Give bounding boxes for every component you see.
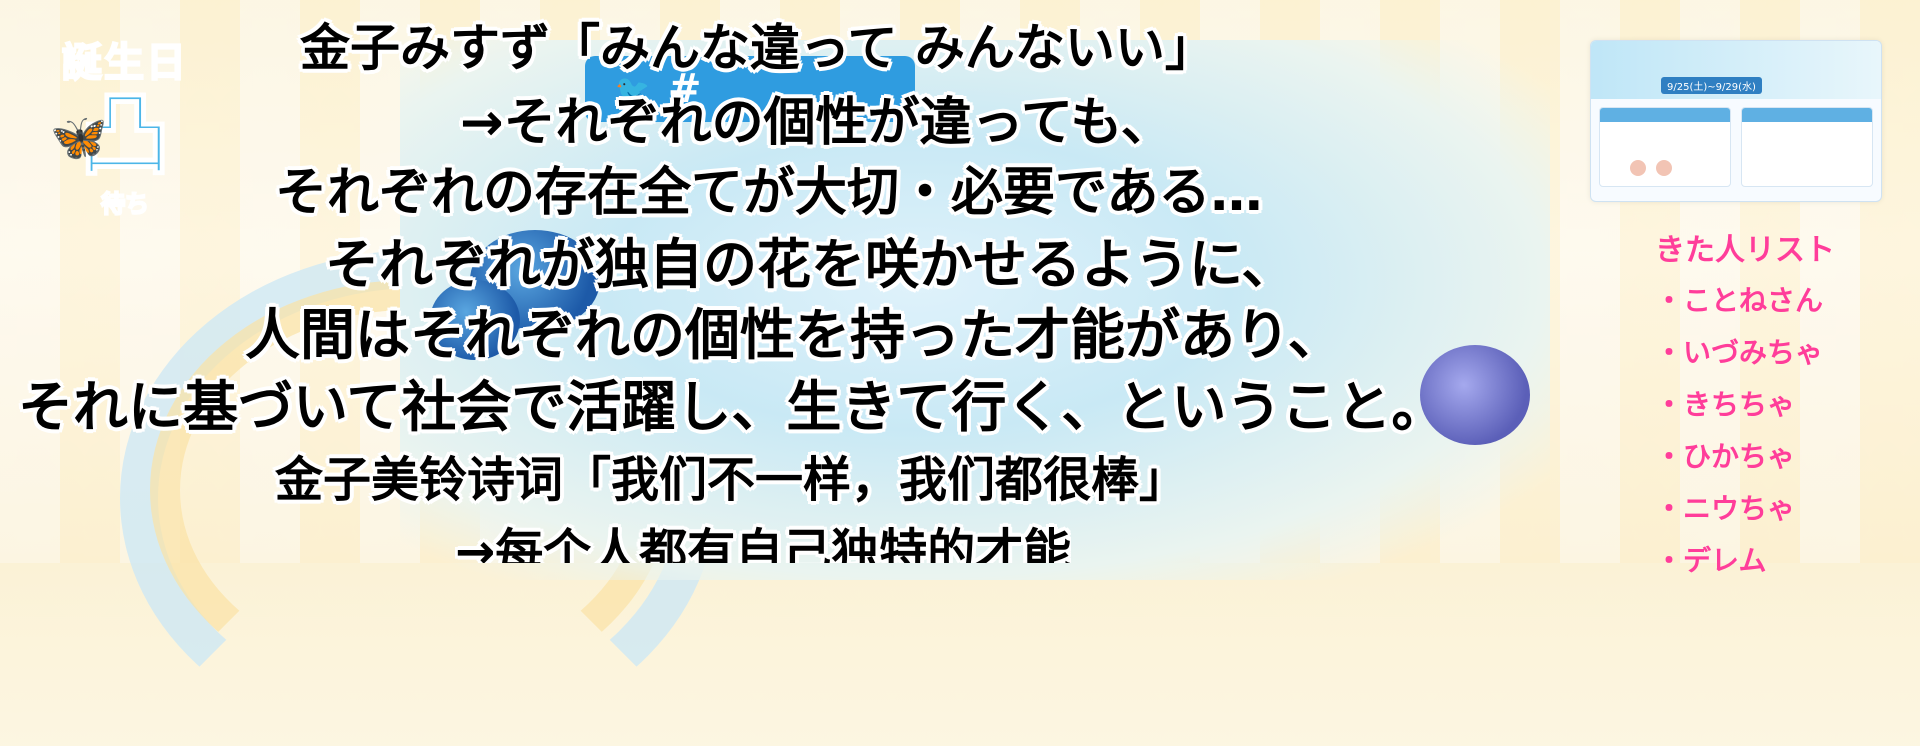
- subtitle-line-6: それに基づいて社会で活躍し、生きて行く、ということ。: [18, 375, 1447, 439]
- subtitle-line-8: →每个人都有自己独特的才能: [455, 524, 1072, 563]
- subtitle-line-7: 金子美铃诗词「我们不一样，我们都很棒」: [275, 452, 1188, 508]
- subtitle-line-5: 人間はそれぞれの個性を持った才能があり、: [245, 303, 1343, 367]
- subtitle-layer: 金子みすず「みんな違って みんないい」 →それぞれの個性が違っても、 それぞれの…: [0, 0, 1920, 563]
- subtitle-line-3: それぞれの存在全てが大切・必要である…: [275, 163, 1263, 223]
- subtitle-line-1: 金子みすず「みんな違って みんないい」: [300, 19, 1215, 77]
- subtitle-line-4: それぞれが独自の花を咲かせるように、: [325, 233, 1296, 296]
- subtitle-line-2: →それぞれの個性が違っても、: [460, 93, 1173, 153]
